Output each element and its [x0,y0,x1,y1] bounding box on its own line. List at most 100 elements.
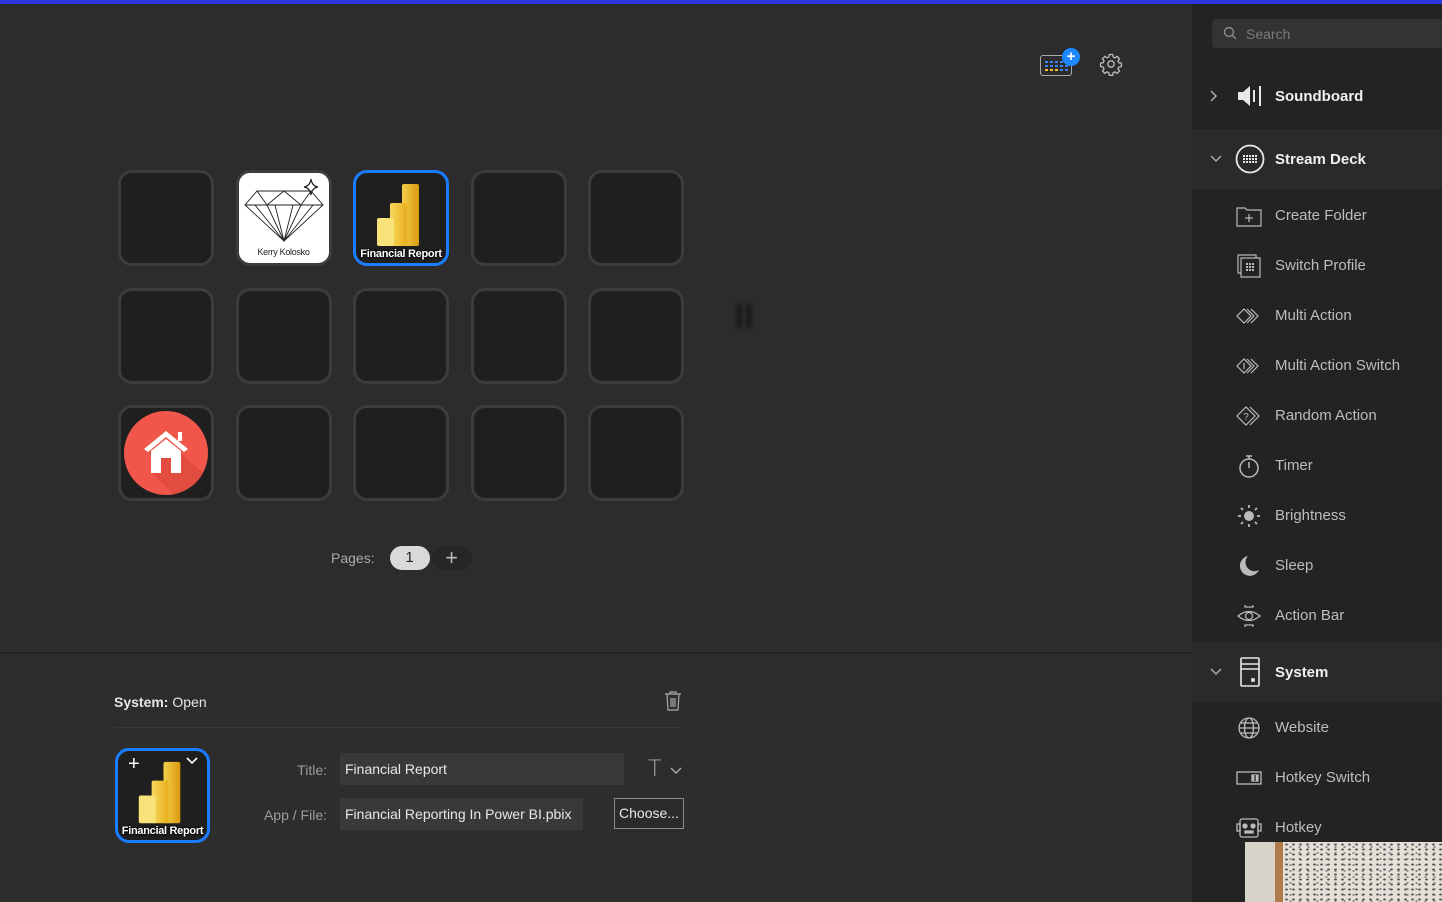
toggle-icon [1236,766,1262,790]
key-slot[interactable] [118,287,214,384]
key-home[interactable] [118,405,214,501]
robot-icon [1236,816,1262,840]
delete-button[interactable] [664,690,682,712]
folder-plus-icon [1236,204,1262,228]
action-label: Multi Action [1275,307,1352,324]
key-slot[interactable] [470,287,567,384]
action-label: Create Folder [1275,207,1367,224]
title-label: Title: [297,762,327,778]
action-multi-action-switch[interactable]: Multi Action Switch [1192,341,1442,391]
category-soundboard[interactable]: Soundboard [1192,66,1442,126]
divider [114,727,682,728]
action-label: Random Action [1275,407,1377,424]
action-label: Action Bar [1275,607,1345,624]
home-icon [124,411,208,495]
inspector-title: System: Open [114,694,207,710]
trash-icon [665,691,681,711]
key-slot[interactable] [470,170,567,266]
key-slot[interactable] [235,405,332,501]
action-label: Sleep [1275,557,1314,574]
key-slot[interactable] [353,405,449,501]
timer-icon [1236,454,1262,478]
action-label: Hotkey Switch [1275,769,1371,786]
action-hotkey-switch[interactable]: Hotkey Switch [1192,753,1442,803]
action-label: Multi Action Switch [1275,357,1401,374]
settings-button[interactable] [1099,52,1123,76]
category-system[interactable]: System [1192,642,1442,702]
diamond-logo-icon [243,178,324,243]
action-switch-profile[interactable]: Switch Profile [1192,241,1442,291]
switch-profile-icon [1236,254,1262,278]
file-label: App / File: [263,807,327,823]
stream-deck-icon [1234,143,1266,175]
action-timer[interactable]: Timer [1192,441,1442,491]
action-label: Website [1275,719,1329,736]
action-website[interactable]: Website [1192,703,1442,753]
key-slot[interactable] [588,405,684,501]
action-name: Open [172,694,207,710]
brightness-icon [1236,504,1262,528]
key-label: Financial Report [121,825,204,837]
multi-action-icon [1236,304,1262,328]
action-label: Hotkey [1275,819,1322,836]
key-label: Kerry Kolosko [257,247,310,257]
action-random-action[interactable]: ? Random Action [1192,391,1442,441]
eye-icon [1236,604,1262,628]
wall-art [1283,842,1442,902]
chevron-down-icon [670,767,682,774]
property-inspector: System: Open + Financial Report Title: T… [0,652,1192,902]
gear-icon [1099,53,1123,76]
globe-icon [1236,716,1262,740]
action-label: Switch Profile [1275,257,1366,274]
key-financial-report[interactable]: Financial Report [353,170,449,266]
webcam-overlay [1245,842,1442,902]
chevron-down-icon [1210,155,1222,163]
search-box[interactable] [1212,19,1442,48]
action-sleep[interactable]: Sleep [1192,541,1442,591]
picture-frame [1275,842,1283,902]
category-label: System [1275,663,1329,681]
key-label: Financial Report [360,248,442,260]
key-grid: Kerry Kolosko Financial Report [118,170,684,501]
key-slot[interactable] [470,405,567,501]
pages-control: Pages: 1 + [331,546,472,570]
key-slot[interactable] [353,287,449,384]
page-1-button[interactable]: 1 [389,546,430,570]
svg-text:?: ? [1243,412,1249,423]
speaker-icon [1234,80,1266,112]
action-action-bar[interactable]: Action Bar [1192,591,1442,641]
key-slot[interactable] [118,170,214,266]
key-kerry-kolosko[interactable]: Kerry Kolosko [235,170,332,266]
key-slot[interactable] [235,287,332,384]
key-image-preview[interactable]: + Financial Report [115,748,210,843]
action-label: Timer [1275,457,1313,474]
search-input[interactable] [1246,19,1436,48]
choose-file-button[interactable]: Choose... [614,798,684,829]
multi-action-switch-icon [1236,354,1262,378]
category-label: Soundboard [1275,87,1364,105]
plus-badge-icon: + [1062,48,1080,66]
action-category: System: [114,694,169,710]
chevron-down-icon [1210,668,1222,676]
key-canvas: + Kerry Kolosko Financial Report Pages: … [0,4,1192,652]
category-stream-deck[interactable]: Stream Deck [1192,129,1442,189]
action-label: Brightness [1275,507,1346,524]
chevron-right-icon [1210,90,1218,102]
key-slot[interactable] [588,170,684,266]
add-device-button[interactable]: + [1040,48,1080,78]
computer-tower-icon [1234,656,1266,688]
key-slot[interactable] [588,287,684,384]
app-file-field[interactable] [340,798,583,830]
title-font-button[interactable]: T [648,757,684,783]
action-multi-action[interactable]: Multi Action [1192,291,1442,341]
random-action-icon: ? [1236,404,1262,428]
actions-sidebar: Soundboard Stream Deck Create Folder Swi… [1192,4,1442,902]
text-format-icon: T [648,757,662,782]
drag-handle[interactable] [735,304,755,328]
title-field[interactable] [340,753,624,785]
category-label: Stream Deck [1275,150,1366,168]
add-page-button[interactable]: + [431,546,472,570]
action-create-folder[interactable]: Create Folder [1192,191,1442,241]
search-icon [1223,26,1237,40]
action-brightness[interactable]: Brightness [1192,491,1442,541]
